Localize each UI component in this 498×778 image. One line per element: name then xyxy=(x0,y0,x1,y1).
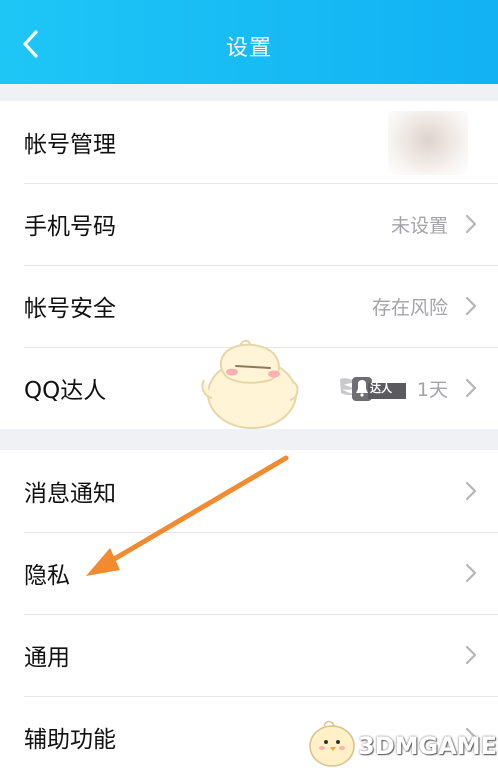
account-settings-group: 帐号管理 手机号码 未设置 帐号安全 存在风险 QQ达人 达人 1天 xyxy=(0,101,498,429)
row-value: 未设置 xyxy=(390,214,448,237)
row-value: 1天 xyxy=(416,378,448,401)
chevron-right-icon xyxy=(464,213,478,235)
privacy-row[interactable]: 隐私 xyxy=(0,532,498,614)
top-bar: 设置 xyxy=(0,0,498,84)
row-label: 帐号管理 xyxy=(24,132,116,158)
row-label: 帐号安全 xyxy=(24,296,116,322)
chevron-right-icon xyxy=(464,726,478,748)
row-value: 存在风险 xyxy=(371,296,448,319)
row-label: 通用 xyxy=(24,645,70,671)
account-security-row[interactable]: 帐号安全 存在风险 xyxy=(0,265,498,347)
row-label: QQ达人 xyxy=(24,378,107,404)
account-management-row[interactable]: 帐号管理 xyxy=(0,101,498,183)
chevron-right-icon xyxy=(464,644,478,666)
page-title: 设置 xyxy=(225,36,272,61)
avatar xyxy=(388,111,468,175)
qq-daren-row[interactable]: QQ达人 达人 1天 xyxy=(0,347,498,429)
row-label: 隐私 xyxy=(24,563,70,589)
row-label: 辅助功能 xyxy=(24,727,116,753)
message-notification-row[interactable]: 消息通知 xyxy=(0,450,498,532)
accessibility-row[interactable]: 辅助功能 xyxy=(0,696,498,778)
row-label: 消息通知 xyxy=(24,481,116,507)
chevron-right-icon xyxy=(464,480,478,502)
general-row[interactable]: 通用 xyxy=(0,614,498,696)
chevron-right-icon xyxy=(464,377,478,399)
general-settings-group: 消息通知 隐私 通用 辅助功能 xyxy=(0,450,498,778)
chevron-right-icon xyxy=(464,295,478,317)
daren-badge-label: 达人 xyxy=(370,382,392,395)
daren-badge: 达人 xyxy=(336,371,408,405)
chevron-right-icon xyxy=(464,562,478,584)
phone-number-row[interactable]: 手机号码 未设置 xyxy=(0,183,498,265)
row-label: 手机号码 xyxy=(24,214,116,240)
